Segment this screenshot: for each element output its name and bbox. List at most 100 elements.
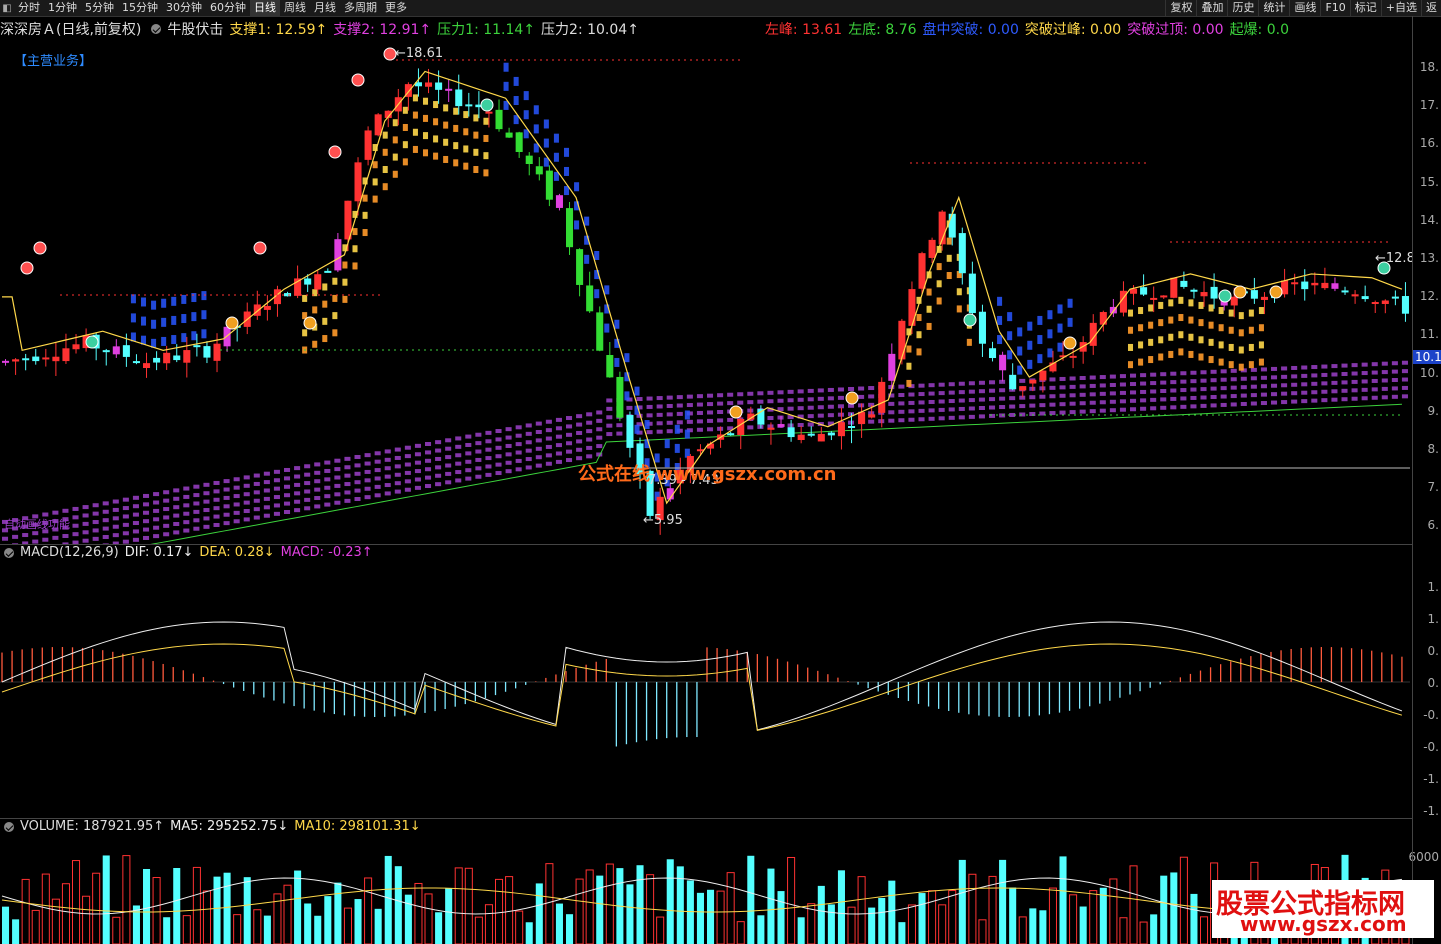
ribbon-block [505, 427, 512, 432]
trend-bar [1258, 307, 1264, 315]
ribbon-block [1351, 363, 1358, 368]
ribbon-block [173, 513, 180, 518]
ribbon-block [1351, 388, 1358, 393]
ribbon-block [173, 488, 180, 493]
trend-bar-blue [553, 152, 559, 162]
ribbon-block [173, 530, 180, 535]
period-tab-7[interactable]: 周线 [280, 0, 310, 16]
trend-bar-blue [594, 251, 600, 260]
volume-chart[interactable] [0, 836, 1412, 944]
ribbon-block [253, 481, 260, 486]
ribbon-block [686, 419, 693, 424]
ribbon-block [465, 459, 472, 464]
ribbon-block [404, 454, 411, 459]
candle-body [193, 345, 201, 348]
ribbon-block [445, 471, 452, 476]
trend-bar [342, 261, 348, 269]
ribbon-block [203, 499, 210, 504]
ribbon-block [1200, 403, 1207, 408]
ribbon-block [586, 420, 593, 425]
ribbon-block [515, 450, 522, 455]
ribbon-block [787, 398, 794, 403]
macd-chart[interactable] [0, 562, 1412, 817]
trend-bar-blue [1017, 346, 1023, 356]
macd-settings-icon[interactable] [4, 547, 14, 558]
candle-body [596, 312, 604, 351]
period-tab-10[interactable]: 更多 [381, 0, 411, 16]
ribbon-block [102, 501, 109, 506]
trend-bar [926, 305, 932, 313]
ribbon-block [827, 396, 834, 401]
macd-title[interactable]: MACD(12,26,9) [20, 545, 119, 560]
trend-bar [392, 136, 398, 144]
ribbon-block [153, 508, 160, 513]
trend-bar-blue [181, 314, 187, 324]
trend-bar [1238, 329, 1244, 337]
ribbon-block [918, 383, 925, 388]
ribbon-block [465, 468, 472, 473]
volume-bar [716, 890, 725, 944]
indicator-settings-icon[interactable] [151, 24, 162, 34]
toolbar-button-7[interactable]: +自选 [1380, 0, 1421, 16]
period-tab-4[interactable]: 30分钟 [162, 0, 206, 16]
ribbon-block [455, 461, 462, 466]
ribbon-block [435, 482, 442, 487]
period-tab-6[interactable]: 日线 [250, 0, 280, 16]
indicator-name[interactable]: 牛股伏击 [167, 19, 223, 39]
volume-bar [656, 916, 665, 944]
volume-bar [666, 859, 674, 944]
period-tab-5[interactable]: 60分钟 [206, 0, 250, 16]
toolbar-button-4[interactable]: 画线 [1289, 0, 1320, 16]
toolbar-menu-icon[interactable]: ◧ [0, 3, 14, 14]
ribbon-block [1160, 372, 1167, 377]
price-axis-label: 16. [1419, 136, 1439, 151]
ribbon-block [122, 531, 129, 536]
ribbon-block [334, 458, 341, 463]
period-tab-1[interactable]: 1分钟 [44, 0, 81, 16]
ribbon-block [958, 381, 965, 386]
period-tab-2[interactable]: 5分钟 [81, 0, 118, 16]
ribbon-block [465, 451, 472, 456]
period-tab-3[interactable]: 15分钟 [118, 0, 162, 16]
trend-bar [473, 166, 479, 174]
period-tab-9[interactable]: 多周期 [340, 0, 381, 16]
volume-settings-icon[interactable] [4, 821, 14, 832]
ribbon-block [394, 455, 401, 460]
period-tab-8[interactable]: 月线 [310, 0, 340, 16]
period-tab-0[interactable]: 分时 [14, 0, 44, 16]
ribbon-block [1381, 378, 1388, 383]
ribbon-block [485, 430, 492, 435]
ribbon-block [52, 510, 59, 515]
ribbon-block [1190, 379, 1197, 384]
ribbon-block [475, 474, 482, 479]
ribbon-block [233, 519, 240, 524]
candle-body [837, 422, 845, 437]
ribbon-block [787, 406, 794, 411]
toolbar-button-5[interactable]: F10 [1320, 0, 1349, 16]
volume-bar [92, 872, 101, 944]
trend-bar-blue [1037, 354, 1043, 364]
trend-bar [372, 178, 378, 186]
ribbon-block [757, 424, 764, 429]
toolbar-button-6[interactable]: 标记 [1349, 0, 1381, 16]
ribbon-block [284, 501, 291, 506]
toolbar-button-3[interactable]: 统计 [1258, 0, 1289, 16]
volume-title[interactable]: VOLUME: 187921.95↑ [20, 819, 164, 834]
toolbar-button-0[interactable]: 复权 [1165, 0, 1196, 16]
ribbon-block [1059, 393, 1066, 398]
ribbon-block [656, 396, 663, 401]
toolbar-button-8[interactable]: 返 [1421, 0, 1441, 16]
ribbon-block [354, 471, 361, 476]
ribbon-block [908, 400, 915, 405]
toolbar-button-2[interactable]: 历史 [1227, 0, 1258, 16]
ribbon-block [132, 495, 139, 500]
toolbar-button-1[interactable]: 叠加 [1196, 0, 1227, 16]
signal-icon [225, 316, 239, 330]
ribbon-block [576, 422, 583, 427]
ribbon-block [1190, 370, 1197, 375]
ribbon-block [455, 453, 462, 458]
watermark-text: 公式在线 www.gszx.com.cn [578, 464, 837, 485]
volume-bar [978, 919, 987, 944]
ribbon-block [1089, 383, 1096, 388]
ribbon-block [797, 397, 804, 402]
